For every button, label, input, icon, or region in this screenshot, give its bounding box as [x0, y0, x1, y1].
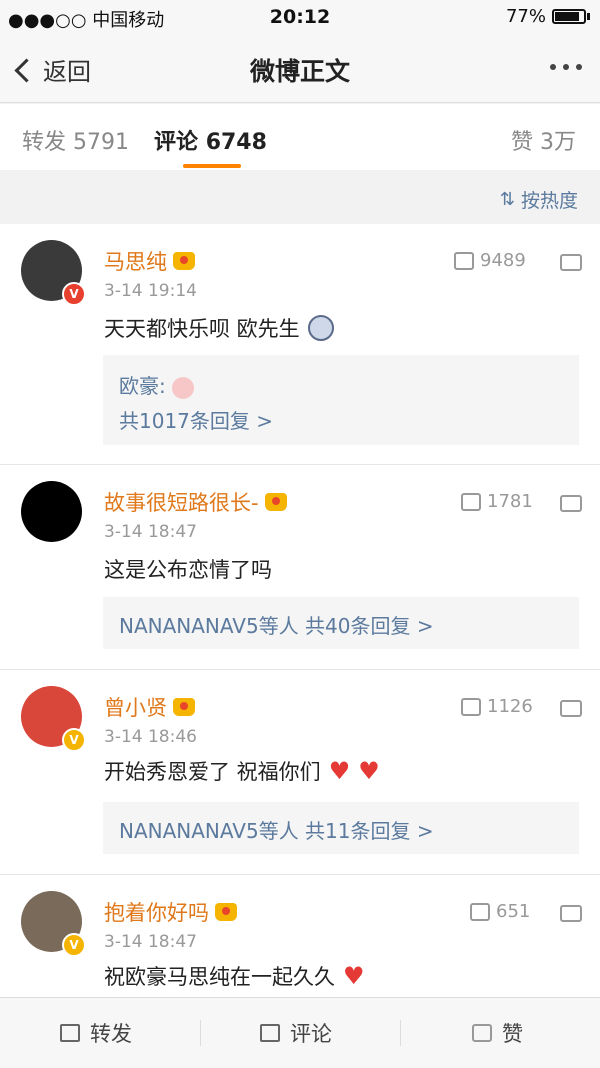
- reply-preview[interactable]: NANANANAV5等人 共11条回复 >: [103, 802, 579, 854]
- panda-emoji-icon: [307, 315, 334, 341]
- like-button[interactable]: 1781: [461, 491, 533, 512]
- page-title: 微博正文: [249, 57, 350, 86]
- comment-item: 故事很短路很长- 3-14 18:47 1781 这是公布恋情了吗 NANANA…: [0, 465, 600, 669]
- comment-text: 祝欧豪马思纯在一起久久 ♥: [104, 962, 365, 990]
- tab-comment-count: 6748: [205, 130, 267, 155]
- tab-like-count: 3万: [540, 130, 576, 155]
- comment-button[interactable]: 评论: [260, 1018, 332, 1048]
- like-count: 9489: [480, 250, 526, 271]
- heart-emoji-icon: ♥: [328, 757, 351, 785]
- avatar[interactable]: [21, 481, 82, 542]
- comment-username[interactable]: 故事很短路很长-: [104, 487, 287, 517]
- comment-item: V 马思纯 3-14 19:14 9489 天天都快乐呗 欧先生 欧豪: 共10…: [0, 224, 600, 464]
- like-button[interactable]: 651: [470, 901, 530, 922]
- tab-repost-count: 5791: [73, 130, 130, 155]
- thumbs-up-icon: [461, 492, 481, 511]
- crown-badge-icon: [264, 493, 287, 511]
- comment-label: 评论: [290, 1022, 332, 1046]
- sort-button[interactable]: ⇅ 按热度: [500, 186, 578, 213]
- reply-preview[interactable]: 欧豪: 共1017条回复 >: [103, 355, 579, 445]
- thumbs-up-icon: [470, 902, 490, 921]
- status-bar: ●●●○○ 中国移动 20:12 77%: [0, 0, 600, 34]
- verified-badge-icon: V: [62, 933, 86, 957]
- thumbs-up-icon: [472, 1024, 492, 1042]
- tab-repost[interactable]: 转发 5791: [22, 124, 129, 156]
- sort-bar: ⇅ 按热度: [0, 170, 600, 224]
- reply-count-link[interactable]: NANANANAV5等人 共40条回复 >: [119, 610, 434, 639]
- reply-count-link[interactable]: 共1017条回复 >: [119, 405, 273, 434]
- comment-time: 3-14 18:47: [104, 522, 197, 542]
- comment-time: 3-14 18:46: [104, 727, 197, 747]
- like-button[interactable]: 9489: [454, 250, 526, 271]
- like-button[interactable]: 1126: [461, 696, 533, 717]
- like-count: 1126: [487, 696, 533, 717]
- nav-bar: 返回 微博正文: [0, 34, 600, 103]
- separator: [200, 1020, 201, 1046]
- sort-label: 按热度: [520, 190, 578, 212]
- crown-badge-icon: [173, 698, 195, 716]
- thumbs-up-icon: [461, 697, 481, 716]
- tab-bar: 转发 5791 评论 6748 赞 3万: [0, 104, 600, 170]
- repost-icon: [60, 1024, 80, 1042]
- verified-badge-icon: V: [62, 728, 86, 752]
- comment-icon: [260, 1024, 280, 1042]
- repost-label: 转发: [90, 1022, 132, 1046]
- like-bottom-button[interactable]: 赞: [472, 1018, 523, 1048]
- comment-username[interactable]: 马思纯: [104, 246, 195, 276]
- crown-badge-icon: [173, 252, 195, 270]
- tab-comment[interactable]: 评论 6748: [154, 124, 267, 156]
- more-options-icon[interactable]: [550, 64, 582, 70]
- reply-icon[interactable]: [560, 495, 582, 512]
- comment-text: 天天都快乐呗 欧先生: [104, 313, 334, 343]
- reply-icon[interactable]: [560, 905, 582, 922]
- heart-emoji-icon: ♥: [358, 757, 380, 785]
- separator: [400, 1020, 401, 1046]
- bottom-action-bar: 转发 评论 赞: [0, 997, 600, 1068]
- comment-username[interactable]: 抱着你好吗: [104, 897, 237, 927]
- crown-badge-icon: [215, 903, 237, 921]
- battery-percent: 77%: [505, 6, 546, 27]
- comment-item: V 曾小贤 3-14 18:46 1126 开始秀恩爱了 祝福你们 ♥ ♥ NA…: [0, 670, 600, 874]
- sort-icon: ⇅: [499, 189, 515, 210]
- battery-tip: [587, 13, 590, 20]
- comment-text: 开始秀恩爱了 祝福你们 ♥ ♥: [104, 757, 380, 785]
- like-label: 赞: [502, 1022, 523, 1046]
- battery-icon: [552, 9, 586, 24]
- comment-text: 这是公布恋情了吗: [104, 558, 272, 582]
- heart-emoji-icon: ♥: [343, 962, 365, 990]
- pig-emoji-icon: [172, 376, 195, 399]
- repost-button[interactable]: 转发: [60, 1018, 132, 1048]
- tab-like-label: 赞: [510, 130, 533, 155]
- active-tab-indicator: [183, 164, 241, 168]
- comment-time: 3-14 18:47: [104, 932, 197, 952]
- status-right: 77%: [506, 6, 590, 27]
- reply-author: 欧豪:: [119, 370, 195, 399]
- like-count: 651: [496, 901, 531, 922]
- tab-repost-label: 转发: [22, 130, 67, 155]
- reply-icon[interactable]: [560, 254, 582, 271]
- tab-like[interactable]: 赞 3万: [511, 124, 576, 156]
- reply-preview[interactable]: NANANANAV5等人 共40条回复 >: [103, 597, 579, 649]
- reply-count-link[interactable]: NANANANAV5等人 共11条回复 >: [119, 815, 434, 844]
- verified-badge-icon: V: [62, 282, 86, 306]
- comment-time: 3-14 19:14: [104, 281, 197, 301]
- thumbs-up-icon: [454, 251, 474, 270]
- reply-icon[interactable]: [560, 700, 582, 717]
- tab-comment-label: 评论: [154, 130, 199, 155]
- comment-item: V 抱着你好吗 3-14 18:47 651 祝欧豪马思纯在一起久久 ♥: [0, 875, 600, 997]
- comment-username[interactable]: 曾小贤: [104, 692, 195, 722]
- like-count: 1781: [487, 491, 533, 512]
